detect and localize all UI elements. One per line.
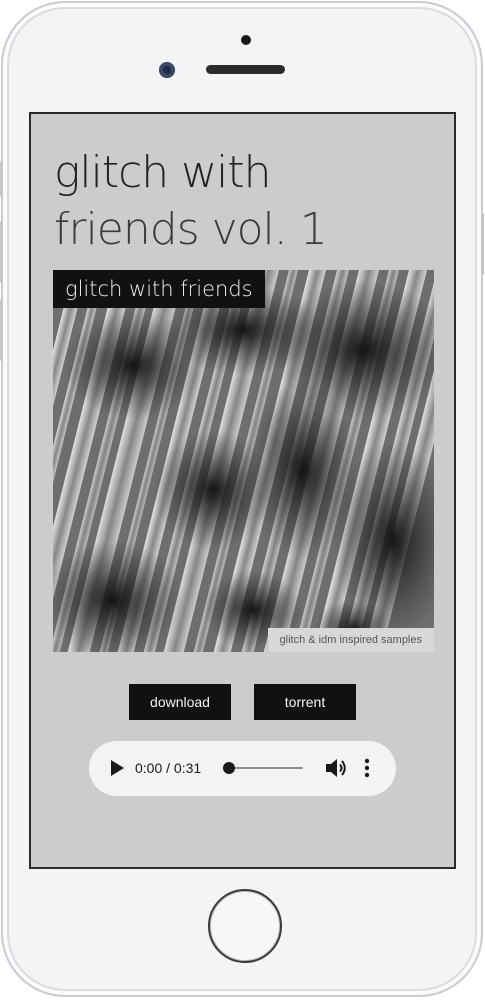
album-cover: glitch with friends glitch & idm inspire… [53, 270, 434, 652]
proximity-sensor [241, 35, 251, 45]
volume-icon[interactable] [325, 756, 347, 780]
power-button [481, 213, 484, 275]
time-display: 0:00 / 0:31 [135, 760, 202, 776]
cover-label: glitch with friends [53, 270, 265, 308]
mute-switch [0, 161, 3, 197]
download-button[interactable]: download [129, 684, 231, 720]
torrent-button[interactable]: torrent [254, 684, 356, 720]
home-button[interactable] [208, 889, 282, 963]
front-camera-icon [159, 62, 175, 78]
page-title-line-1: glitch with [54, 147, 272, 198]
cover-caption: glitch & idm inspired samples [267, 628, 434, 652]
screen: glitch with friends vol. 1 glitch with f… [29, 112, 456, 869]
volume-up-button [0, 221, 3, 283]
page-title-line-2: friends vol. 1 [54, 204, 328, 255]
seek-slider[interactable] [223, 762, 303, 774]
audio-player: 0:00 / 0:31 [89, 741, 396, 796]
seek-thumb[interactable] [223, 762, 235, 774]
more-options-icon[interactable] [363, 757, 371, 779]
seek-track[interactable] [227, 767, 303, 769]
page-title: glitch with friends vol. 1 [54, 144, 444, 258]
earpiece-speaker [206, 65, 285, 74]
volume-down-button [0, 299, 3, 361]
play-icon[interactable] [109, 759, 125, 777]
cover-artwork [53, 270, 434, 652]
